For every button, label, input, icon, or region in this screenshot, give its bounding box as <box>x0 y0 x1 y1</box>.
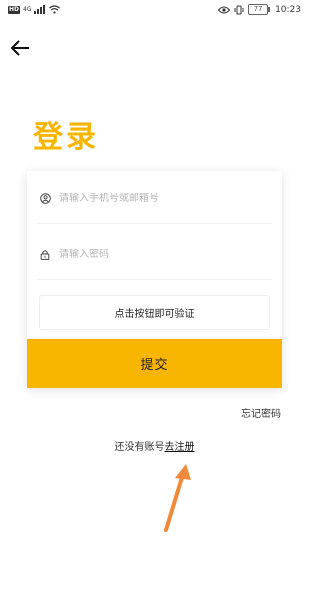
account-field[interactable] <box>37 173 272 224</box>
status-right: 77 10:23 <box>218 4 301 15</box>
account-input[interactable] <box>59 192 249 204</box>
no-account-text: 还没有账号 <box>114 442 165 453</box>
verify-button[interactable]: 点击按钮即可验证 <box>39 295 270 330</box>
status-time: 10:23 <box>275 4 301 15</box>
back-button[interactable] <box>9 38 33 60</box>
arrow-left-icon <box>10 40 29 56</box>
submit-button[interactable]: 提交 <box>27 339 282 388</box>
password-field[interactable] <box>37 229 272 280</box>
page-title: 登录 <box>33 120 99 155</box>
register-row: 还没有账号去注册 <box>0 438 309 453</box>
password-input[interactable] <box>59 248 249 260</box>
status-bar: HD 4G 77 10:23 <box>0 0 309 22</box>
vibrate-icon <box>234 5 244 14</box>
forgot-password-link[interactable]: 忘记密码 <box>241 405 281 420</box>
signal-label: 4G <box>23 6 32 13</box>
status-left: HD 4G <box>8 5 61 14</box>
eye-icon <box>218 6 231 13</box>
annotation-arrow-icon <box>164 464 191 532</box>
lock-icon <box>39 248 51 260</box>
wifi-icon <box>49 5 61 14</box>
signal-icon <box>34 5 46 14</box>
user-circle-icon <box>39 192 51 204</box>
battery-indicator: 77 <box>248 4 271 15</box>
login-card: 点击按钮即可验证 提交 <box>27 171 282 388</box>
register-link[interactable]: 去注册 <box>165 442 195 453</box>
hd-badge: HD <box>8 5 21 14</box>
